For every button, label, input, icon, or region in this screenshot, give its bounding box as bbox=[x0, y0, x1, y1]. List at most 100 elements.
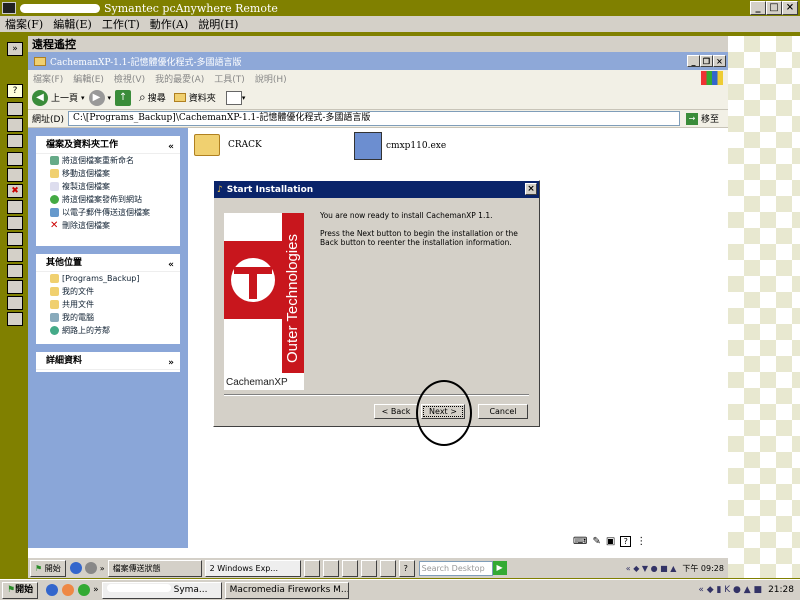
explorer-minimize-button[interactable]: _ bbox=[687, 55, 700, 67]
details-header[interactable]: 詳細資料 » bbox=[36, 352, 180, 370]
screen-icon[interactable]: ▣ bbox=[606, 536, 615, 547]
dialog-close-button[interactable]: × bbox=[525, 183, 537, 195]
go-button-label[interactable]: 移至 bbox=[701, 112, 719, 125]
task-copy[interactable]: 複製這個檔案 bbox=[36, 180, 180, 193]
host-start-button[interactable]: ⚑開始 bbox=[2, 581, 39, 599]
explorer-menu-view[interactable]: 檢視(V) bbox=[114, 72, 145, 85]
taskbar-app-icon[interactable] bbox=[303, 559, 320, 577]
explorer-menu-tools[interactable]: 工具(T) bbox=[214, 72, 245, 85]
minimize-button[interactable]: _ bbox=[750, 1, 766, 15]
explorer-menu-edit[interactable]: 編輯(E) bbox=[73, 72, 104, 85]
folders-icon[interactable] bbox=[173, 93, 186, 102]
keyboard-icon[interactable]: ⌨ bbox=[573, 536, 587, 547]
media-icon[interactable] bbox=[62, 584, 75, 596]
remote-task-explorer-group[interactable]: 2 Windows Exp... bbox=[204, 559, 301, 577]
back-button-label[interactable]: 上一頁 bbox=[51, 91, 78, 104]
display-icon[interactable] bbox=[7, 264, 23, 278]
cancel-button[interactable]: Cancel bbox=[478, 404, 528, 419]
place-shared-documents[interactable]: 共用文件 bbox=[36, 298, 180, 311]
taskbar-draw-icon[interactable] bbox=[360, 559, 377, 577]
host-task-fireworks[interactable]: Macromedia Fireworks M... bbox=[224, 581, 349, 599]
task-move[interactable]: 移動這個檔案 bbox=[36, 167, 180, 180]
explorer-close-button[interactable]: × bbox=[713, 55, 726, 67]
collapse-chevron-icon[interactable]: « bbox=[168, 138, 174, 156]
keyboard-icon[interactable] bbox=[7, 248, 23, 262]
file-item-cmxp110[interactable]: cmxp110.exe bbox=[354, 132, 446, 160]
remote-start-button[interactable]: ⚑ 開始 bbox=[30, 559, 66, 577]
taskbar-keyboard-icon[interactable] bbox=[322, 559, 339, 577]
pen-icon[interactable]: ✎ bbox=[592, 536, 600, 547]
go-arrow-icon[interactable]: → bbox=[685, 112, 698, 125]
address-input[interactable]: C:\[Programs_Backup]\CachemanXP-1.1-記憶體優… bbox=[67, 111, 680, 126]
taskbar-window-icon[interactable] bbox=[379, 559, 396, 577]
expand-icon[interactable]: » bbox=[7, 42, 23, 56]
remote-task-file-transfer[interactable]: 檔案傳送狀態 bbox=[107, 559, 202, 577]
search-button-label[interactable]: 搜尋 bbox=[148, 91, 166, 104]
network-icon[interactable] bbox=[7, 312, 23, 326]
task-delete[interactable]: ✕ 刪除這個檔案 bbox=[36, 219, 180, 232]
back-button[interactable]: < Back bbox=[374, 404, 418, 419]
settings-icon[interactable] bbox=[7, 216, 23, 230]
menu-help[interactable]: 說明(H) bbox=[198, 16, 238, 32]
explorer-menu-favorites[interactable]: 我的最愛(A) bbox=[155, 72, 204, 85]
task-email[interactable]: 以電子郵件傳送這個檔案 bbox=[36, 206, 180, 219]
task-publish[interactable]: 將這個檔案發佈到網站 bbox=[36, 193, 180, 206]
refresh-icon[interactable] bbox=[7, 168, 23, 182]
views-dropdown-icon[interactable]: ▾ bbox=[242, 94, 246, 102]
search-go-icon[interactable]: ▶ bbox=[492, 561, 507, 575]
remote-caption-bar: 遠程遙控 bbox=[28, 36, 728, 52]
forward-arrow-icon[interactable]: ▶ bbox=[88, 89, 105, 106]
back-dropdown-icon[interactable]: ▾ bbox=[81, 94, 85, 102]
file-transfer-icon[interactable] bbox=[7, 118, 23, 132]
file-item-crack[interactable]: CRACK bbox=[194, 134, 262, 156]
forward-dropdown-icon[interactable]: ▾ bbox=[108, 94, 112, 102]
menu-tasks[interactable]: 工作(T) bbox=[102, 16, 140, 32]
overflow-chevron-icon[interactable]: » bbox=[100, 564, 105, 573]
place-network[interactable]: 網路上的芳鄰 bbox=[36, 324, 180, 337]
menu-action[interactable]: 動作(A) bbox=[150, 16, 189, 32]
rename-icon bbox=[50, 156, 59, 165]
ie-icon[interactable] bbox=[69, 562, 82, 574]
dialog-title-bar: ♪ Start Installation × bbox=[214, 181, 539, 198]
explorer-menu-file[interactable]: 檔案(F) bbox=[33, 72, 63, 85]
expand-chevron-icon[interactable]: » bbox=[168, 354, 174, 372]
help-icon[interactable]: ? bbox=[7, 84, 23, 98]
back-arrow-icon[interactable]: ◀ bbox=[32, 89, 48, 106]
network-icon bbox=[50, 326, 59, 335]
media-icon[interactable] bbox=[84, 562, 97, 574]
taskbar-help-icon[interactable]: ? bbox=[398, 559, 415, 577]
explorer-restore-button[interactable]: ❐ bbox=[700, 55, 713, 67]
remote-control-icon[interactable] bbox=[7, 102, 23, 116]
ie-icon[interactable] bbox=[46, 584, 59, 596]
camera-icon[interactable] bbox=[7, 280, 23, 294]
place-programs-backup[interactable]: [Programs_Backup] bbox=[36, 272, 180, 285]
up-folder-icon[interactable]: ↑ bbox=[115, 89, 132, 106]
cancel-icon[interactable]: ✖ bbox=[7, 184, 23, 198]
menu-file[interactable]: 檔案(F) bbox=[5, 16, 43, 32]
taskbar-pen-icon[interactable] bbox=[341, 559, 358, 577]
more-icon[interactable]: ⋮ bbox=[636, 536, 646, 547]
task-rename[interactable]: 將這個檔案重新命名 bbox=[36, 154, 180, 167]
close-button[interactable]: × bbox=[782, 1, 798, 15]
maximize-button[interactable]: □ bbox=[766, 1, 782, 15]
help-icon[interactable]: ? bbox=[620, 536, 632, 547]
folders-button-label[interactable]: 資料夾 bbox=[189, 91, 216, 104]
overflow-chevron-icon[interactable]: » bbox=[93, 585, 99, 595]
app-icon[interactable] bbox=[78, 584, 91, 596]
other-places-header[interactable]: 其他位置 « bbox=[36, 254, 180, 272]
explorer-menu-help[interactable]: 說明(H) bbox=[255, 72, 287, 85]
menu-edit[interactable]: 編輯(E) bbox=[53, 16, 92, 32]
search-desktop-input[interactable]: Search Desktop bbox=[418, 560, 493, 576]
views-icon[interactable] bbox=[225, 90, 242, 105]
chat-icon[interactable] bbox=[7, 134, 23, 148]
host-task-pcanywhere[interactable]: Syma... bbox=[101, 581, 222, 599]
collapse-chevron-icon[interactable]: « bbox=[168, 256, 174, 274]
search-icon[interactable]: ⌕ bbox=[139, 90, 146, 105]
monitor-icon[interactable] bbox=[7, 200, 23, 214]
scissors-icon[interactable] bbox=[7, 296, 23, 310]
place-my-computer[interactable]: 我的電腦 bbox=[36, 311, 180, 324]
place-my-documents[interactable]: 我的文件 bbox=[36, 285, 180, 298]
clipboard-icon[interactable] bbox=[7, 232, 23, 246]
screen-icon[interactable] bbox=[7, 152, 23, 166]
file-tasks-header[interactable]: 檔案及資料夾工作 « bbox=[36, 136, 180, 154]
